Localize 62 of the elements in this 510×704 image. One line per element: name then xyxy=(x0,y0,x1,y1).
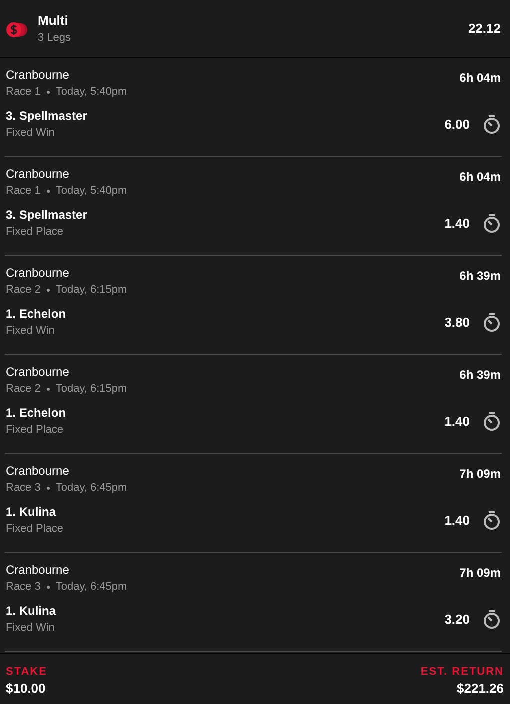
race-number: Race 3 xyxy=(6,481,41,496)
countdown: 6h 39m xyxy=(460,268,501,285)
legs-count: 3 Legs xyxy=(38,30,72,46)
race-number: Race 2 xyxy=(6,283,41,298)
countdown: 7h 09m xyxy=(460,466,501,483)
countdown: 6h 04m xyxy=(460,169,501,186)
price: 1.40 xyxy=(444,412,470,431)
stopwatch-icon xyxy=(483,412,501,431)
race-time: Today, 6:15pm xyxy=(56,283,128,298)
race-number: Race 1 xyxy=(6,184,41,199)
runner-name: 3. Spellmaster xyxy=(6,108,88,125)
runner-name: 1. Echelon xyxy=(6,405,66,422)
race-number: Race 2 xyxy=(6,382,41,397)
stake-label: STAKE xyxy=(6,665,48,680)
stopwatch-icon xyxy=(483,313,501,332)
price: 1.40 xyxy=(444,512,470,530)
separator-dot xyxy=(46,388,50,391)
venue-name: Cranbourne xyxy=(6,562,70,579)
race-time: Today, 6:45pm xyxy=(56,481,128,496)
bet-type: Fixed Win xyxy=(6,126,56,141)
race-number: Race 1 xyxy=(6,85,41,100)
race-time: Today, 6:45pm xyxy=(56,580,128,595)
venue-name: Cranbourne xyxy=(6,166,70,183)
venue-name: Cranbourne xyxy=(6,364,70,381)
separator-dot xyxy=(46,91,50,94)
countdown: 7h 09m xyxy=(460,565,501,582)
separator-dot xyxy=(46,289,50,292)
bet-type: Fixed Place xyxy=(6,225,64,240)
race-number: Race 3 xyxy=(6,580,41,595)
total-odds: 22.12 xyxy=(468,20,501,38)
bet-title: Multi xyxy=(38,12,70,30)
return-label: EST. RETURN xyxy=(420,665,504,680)
bet-type: Fixed Win xyxy=(6,621,56,636)
runner-name: 1. Kulina xyxy=(6,504,58,521)
venue-name: Cranbourne xyxy=(6,265,70,282)
race-time: Today, 5:40pm xyxy=(56,184,128,199)
venue-name: Cranbourne xyxy=(6,67,70,84)
runner-name: 1. Kulina xyxy=(6,603,56,620)
separator-dot xyxy=(46,190,50,193)
return-amount: $221.26 xyxy=(456,680,504,698)
separator-dot xyxy=(46,487,50,490)
bet-type: Fixed Place xyxy=(6,522,64,537)
multi-coin-icon xyxy=(6,22,28,38)
venue-name: Cranbourne xyxy=(6,463,70,480)
price: 1.40 xyxy=(444,214,470,233)
stopwatch-icon xyxy=(483,610,501,629)
price: 3.20 xyxy=(444,610,470,629)
price: 3.80 xyxy=(444,314,470,332)
runner-name: 3. Spellmaster xyxy=(6,207,88,224)
bet-type: Fixed Win xyxy=(6,324,56,339)
separator-dot xyxy=(46,586,50,589)
stake-amount: $10.00 xyxy=(6,680,47,698)
race-time: Today, 5:40pm xyxy=(56,85,128,100)
countdown: 6h 04m xyxy=(460,70,501,87)
bet-type: Fixed Place xyxy=(6,423,64,438)
runner-name: 1. Echelon xyxy=(6,306,66,323)
race-time: Today, 6:15pm xyxy=(56,382,128,397)
price: 6.00 xyxy=(444,116,470,134)
stopwatch-icon xyxy=(483,115,501,134)
countdown: 6h 39m xyxy=(460,367,501,384)
stopwatch-icon xyxy=(483,214,501,233)
stopwatch-icon xyxy=(483,511,501,530)
